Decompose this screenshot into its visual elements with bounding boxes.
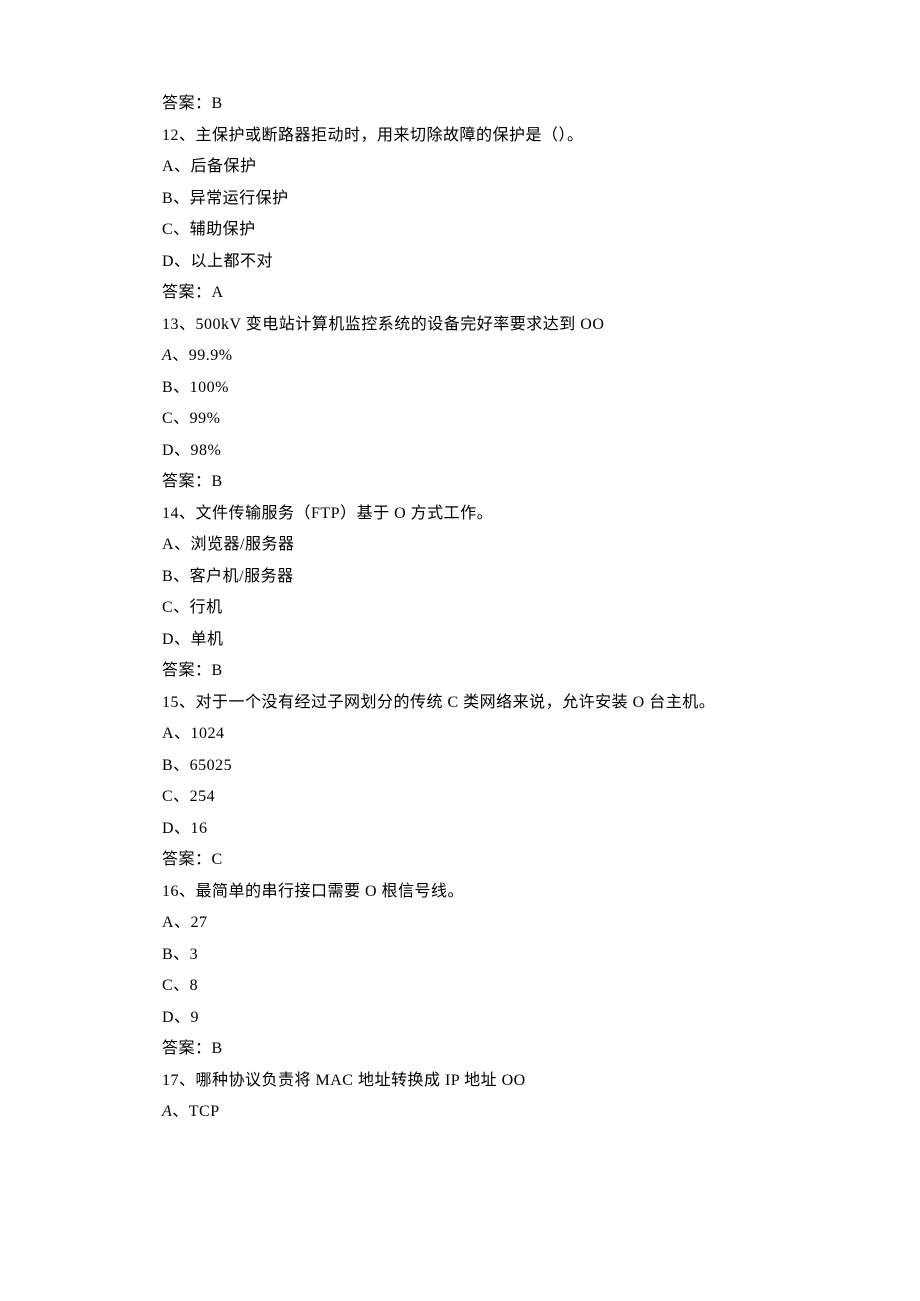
text-line: 答案：C xyxy=(162,844,762,876)
text-line: 答案：A xyxy=(162,277,762,309)
line-remainder: 、TCP xyxy=(172,1103,219,1120)
text-line: A、浏览器/服务器 xyxy=(162,529,762,561)
text-line: 答案：B xyxy=(162,1033,762,1065)
text-line: 答案：B xyxy=(162,88,762,120)
text-line: 16、最简单的串行接口需要 O 根信号线。 xyxy=(162,876,762,908)
italic-prefix: A xyxy=(162,347,172,364)
text-line: C、8 xyxy=(162,970,762,1002)
text-line: 13、500kV 变电站计算机监控系统的设备完好率要求达到 OO xyxy=(162,309,762,341)
text-line: B、客户机/服务器 xyxy=(162,561,762,593)
text-line: D、以上都不对 xyxy=(162,246,762,278)
text-line: 答案：B xyxy=(162,655,762,687)
text-line: D、98% xyxy=(162,435,762,467)
text-line: A、1024 xyxy=(162,718,762,750)
text-line: D、9 xyxy=(162,1002,762,1034)
text-line: A、TCP xyxy=(162,1096,762,1128)
text-line: A、99.9% xyxy=(162,340,762,372)
line-remainder: 、99.9% xyxy=(172,347,232,364)
text-line: A、后备保护 xyxy=(162,151,762,183)
text-line: B、异常运行保护 xyxy=(162,183,762,215)
text-line: A、27 xyxy=(162,907,762,939)
text-line: D、单机 xyxy=(162,624,762,656)
italic-prefix: A xyxy=(162,1103,172,1120)
text-line: B、65025 xyxy=(162,750,762,782)
text-line: C、行机 xyxy=(162,592,762,624)
text-line: 17、哪种协议负责将 MAC 地址转换成 IP 地址 OO xyxy=(162,1065,762,1097)
text-line: B、100% xyxy=(162,372,762,404)
text-line: D、16 xyxy=(162,813,762,845)
document-content: 答案：B 12、主保护或断路器拒动时，用来切除故障的保护是（）。 A、后备保护 … xyxy=(162,88,762,1128)
text-line: C、99% xyxy=(162,403,762,435)
text-line: C、辅助保护 xyxy=(162,214,762,246)
text-line: 15、对于一个没有经过子网划分的传统 C 类网络来说，允许安装 O 台主机。 xyxy=(162,687,762,719)
text-line: 12、主保护或断路器拒动时，用来切除故障的保护是（）。 xyxy=(162,120,762,152)
text-line: B、3 xyxy=(162,939,762,971)
text-line: 答案：B xyxy=(162,466,762,498)
text-line: 14、文件传输服务（FTP）基于 O 方式工作。 xyxy=(162,498,762,530)
text-line: C、254 xyxy=(162,781,762,813)
